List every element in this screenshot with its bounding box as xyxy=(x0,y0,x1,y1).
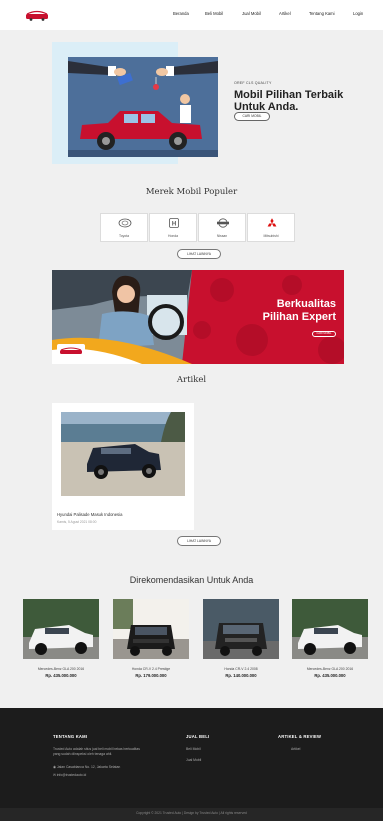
footer-about-heading: TENTANG KAMI xyxy=(53,734,88,739)
nav-jual-mobil[interactable]: Jual Mobil xyxy=(242,11,261,16)
footer-address-text: Jalan Casablanca No. 12, Jakarta Selatan xyxy=(56,765,121,769)
recommend-car-price: Rp. 435.000.000 xyxy=(314,673,346,678)
nav-beli-mobil[interactable]: Beli Mobil xyxy=(205,11,223,16)
footer-artikel-heading: ARTIKEL & REVIEW xyxy=(278,734,322,739)
recommend-car-name[interactable]: Mercedes-Benz GLA 200 2016 xyxy=(23,667,99,671)
articles-title: Artikel xyxy=(176,375,207,385)
recommend-car-name[interactable]: Honda CR-V 2.4 2008 xyxy=(203,667,279,671)
banner-title-line2: Pilihan Expert xyxy=(262,311,336,323)
nav-artikel[interactable]: Artikel xyxy=(279,11,291,16)
nav-tentang-kami[interactable]: Tentang Kami xyxy=(309,11,335,16)
footer-about-text: Trusted Auto adalah situs jual beli mobi… xyxy=(53,747,140,756)
recommend-car-price: Rp. 140.000.000 xyxy=(225,673,257,678)
car-logo-icon xyxy=(26,10,48,21)
banner-title-line1: Berkualitas xyxy=(276,298,336,310)
toyota-logo-icon xyxy=(118,218,132,228)
articles-more-button[interactable]: LIHAT LAINNYA xyxy=(177,536,221,546)
recommend-car-name[interactable]: Mercedes-Benz GLA 200 2016 xyxy=(292,667,368,671)
mitsubishi-logo-icon xyxy=(267,218,277,227)
hero-search-button[interactable]: CARI MOBIL xyxy=(234,112,270,121)
brand-card-honda[interactable]: H Honda xyxy=(149,213,197,242)
brand-card-nissan[interactable]: Nissan xyxy=(198,213,246,242)
black-suv-photo-icon xyxy=(203,599,279,659)
brand-label: Honda xyxy=(168,234,178,238)
recommend-car-image[interactable] xyxy=(113,599,189,659)
banner-title: Berkualitas Pilihan Expert xyxy=(244,298,336,324)
svg-text:H: H xyxy=(172,222,176,228)
car-logo-icon xyxy=(60,347,82,354)
footer-jual-beli-heading: JUAL BELI xyxy=(186,734,210,739)
hero-illustration xyxy=(68,57,218,157)
brand-card-toyota[interactable]: Toyota xyxy=(100,213,148,242)
banner-logo xyxy=(57,344,85,358)
hero-title: Mobil Pilihan Terbaik Untuk Anda. xyxy=(234,89,344,113)
nissan-logo-icon xyxy=(217,218,229,228)
mail-icon: ✉ xyxy=(53,773,56,777)
nav-login[interactable]: Login xyxy=(353,11,363,16)
recommend-car-image[interactable] xyxy=(203,599,279,659)
black-suv-photo-icon xyxy=(113,599,189,659)
brands-more-button[interactable]: LIHAT LAINNYA xyxy=(177,249,221,259)
brand-label: Mitsubishi xyxy=(263,234,279,238)
recommend-car-name[interactable]: Honda CR-V 2.4 Prestige xyxy=(113,667,189,671)
recommend-title: Direkomendasikan Untuk Anda xyxy=(129,575,254,585)
recommend-car-price: Rp. 435.000.000 xyxy=(45,673,77,678)
banner-search-button[interactable]: CARI MOBIL xyxy=(312,331,336,337)
footer-link-beli-mobil[interactable]: Beli Mobil xyxy=(186,747,201,752)
recommend-car-image[interactable] xyxy=(23,599,99,659)
honda-logo-icon: H xyxy=(169,218,179,228)
location-pin-icon: ◉ xyxy=(53,765,56,769)
white-suv-photo-icon xyxy=(23,599,99,659)
brand-card-mitsubishi[interactable]: Mitsubishi xyxy=(247,213,295,242)
car-handover-illustration-icon xyxy=(68,57,218,157)
suv-photo-icon xyxy=(61,412,185,496)
brand-label: Nissan xyxy=(216,234,228,238)
recommend-car-price: Rp. 179.000.000 xyxy=(135,673,167,678)
footer-address: ◉ Jalan Casablanca No. 12, Jakarta Selat… xyxy=(53,765,120,770)
article-image[interactable] xyxy=(61,412,185,496)
footer-link-artikel[interactable]: Artikel xyxy=(291,747,300,752)
recommend-car-image[interactable] xyxy=(292,599,368,659)
brand-label: Toyota xyxy=(119,234,129,238)
hero-subtitle: OREF CLS QUALITY xyxy=(234,81,272,85)
brands-title: Merek Mobil Populer xyxy=(145,187,238,197)
footer-link-jual-mobil[interactable]: Jual Mobil xyxy=(186,758,201,763)
copyright: Copyright © 2021 Trusted Auto | Design b… xyxy=(136,811,247,815)
footer-email-text[interactable]: info@trustedauto.id xyxy=(57,773,86,777)
white-suv-photo-icon xyxy=(292,599,368,659)
article-title[interactable]: Hyundai Palisade Masuk Indonesia xyxy=(57,512,122,517)
article-date: Kamis, 5 Agust 2021 08:00 xyxy=(57,520,97,524)
footer-email: ✉ info@trustedauto.id xyxy=(53,773,86,778)
site-logo[interactable] xyxy=(24,8,50,22)
nav-beranda[interactable]: Beranda xyxy=(173,11,189,16)
